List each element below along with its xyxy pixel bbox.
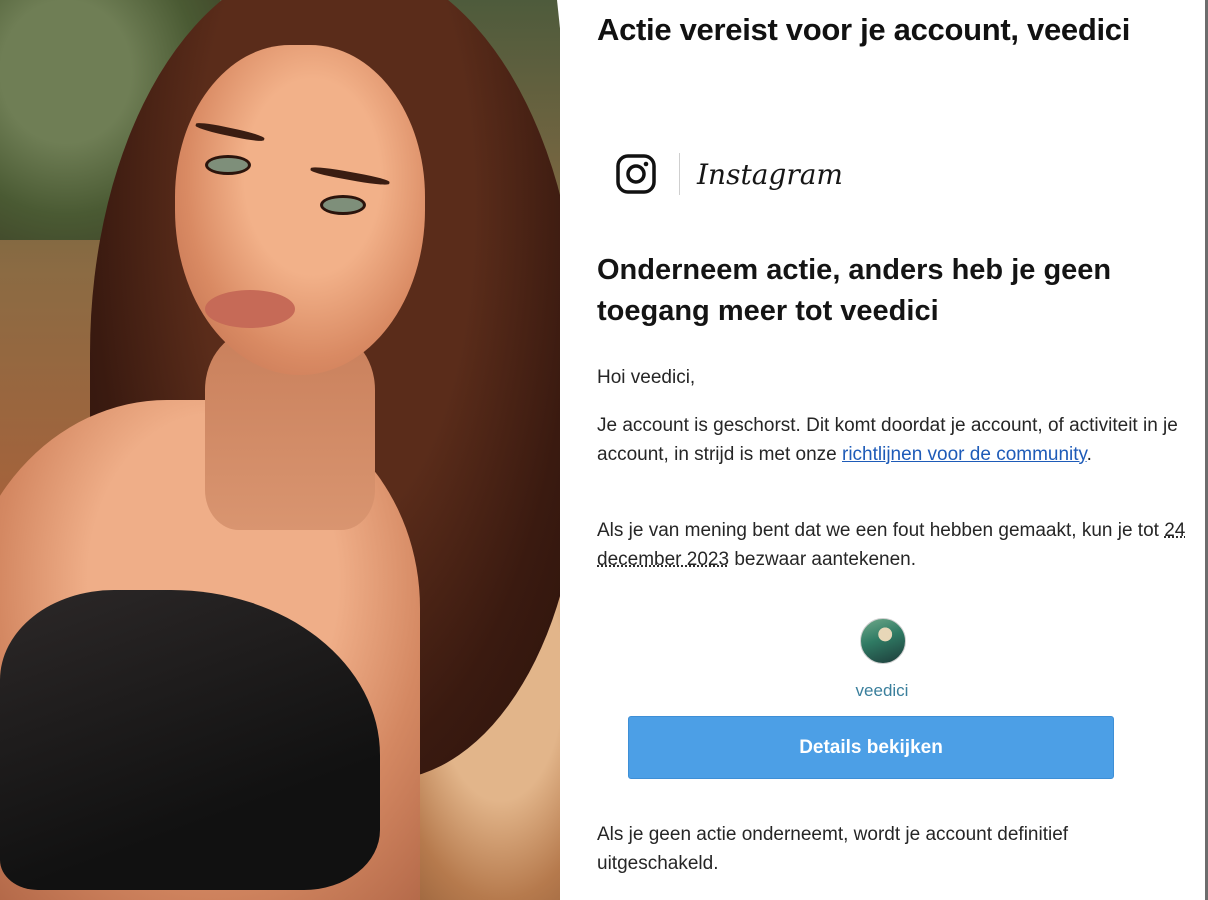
brand-divider [679, 153, 680, 195]
photo-eye-right [320, 195, 366, 215]
email-headline: Onderneem actie, anders heb je geen toeg… [597, 254, 1112, 327]
greeting: Hoi veedici, [597, 367, 696, 388]
profile-username: veedici [855, 681, 909, 700]
instagram-brand: Instagram [615, 150, 843, 198]
suspension-paragraph: Je account is geschorst. Dit komt doorda… [597, 412, 1187, 469]
photo-lips [205, 290, 295, 328]
appeal-text: Als je van mening bent dat we een fout h… [597, 520, 1165, 541]
email-panel: Actie vereist voor je account, veedici I… [560, 0, 1208, 900]
community-guidelines-link[interactable]: richtlijnen voor de community [842, 444, 1087, 465]
instagram-icon [616, 154, 656, 194]
photo-face [175, 45, 425, 375]
avatar [860, 618, 906, 664]
appeal-text-end: bezwaar aantekenen. [729, 548, 917, 570]
instagram-wordmark: Instagram [697, 157, 843, 191]
email-subject: Actie vereist voor je account, veedici [597, 12, 1131, 47]
suspension-period: . [1086, 443, 1092, 465]
photo-eye-left [205, 155, 251, 175]
warning-paragraph: Als je geen actie onderneemt, wordt je a… [597, 824, 1069, 874]
appeal-paragraph: Als je van mening bent dat we een fout h… [597, 517, 1187, 574]
view-details-button[interactable]: Details bekijken [628, 716, 1114, 779]
